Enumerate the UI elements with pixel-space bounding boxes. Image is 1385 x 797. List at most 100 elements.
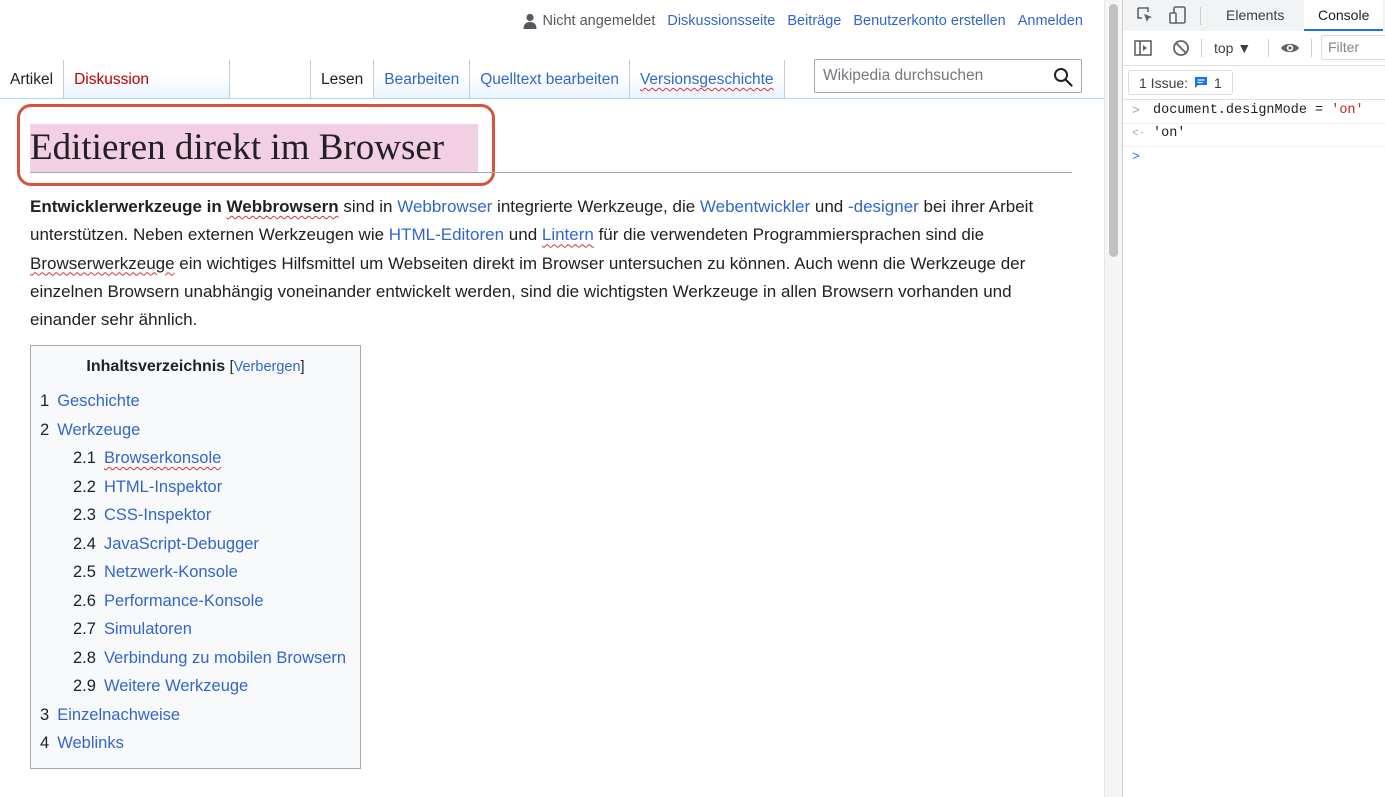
device-toolbar-icon[interactable] — [1169, 6, 1187, 24]
issues-bar: 1 Issue: 1 — [1123, 65, 1385, 100]
user-icon — [523, 13, 536, 29]
toolbar-divider — [1268, 39, 1269, 57]
toc-number: 2 — [40, 420, 50, 439]
toc-item[interactable]: 2.1 Browserkonsole — [40, 445, 346, 474]
anon-status: Nicht angemeldet — [523, 13, 655, 29]
view-tabs: Lesen Bearbeiten Quelltext bearbeiten Ve… — [310, 60, 785, 98]
toc-number: 4 — [40, 734, 50, 752]
tab-history[interactable]: Versionsgeschichte — [629, 60, 785, 98]
create-account-link[interactable]: Benutzerkonto erstellen — [853, 13, 1005, 29]
console-output-line: <· 'on' — [1123, 123, 1385, 147]
contributions-link[interactable]: Beiträge — [787, 13, 841, 29]
toc-item[interactable]: 2.6 Performance-Konsole — [40, 588, 346, 617]
issues-label: 1 Issue: — [1139, 74, 1189, 91]
tab-edit-source[interactable]: Quelltext bearbeiten — [470, 60, 630, 98]
toc-link[interactable]: JavaScript-Debugger — [104, 535, 259, 553]
eye-icon[interactable] — [1280, 39, 1300, 57]
toc-link[interactable]: Performance-Konsole — [104, 592, 264, 610]
toc-item[interactable]: 2.7 Simulatoren — [40, 616, 346, 645]
intro-text: sind in — [338, 197, 398, 216]
heading-divider — [30, 172, 1072, 173]
console-code-text: document.designMode = — [1153, 103, 1332, 118]
toc-link[interactable]: Werkzeuge — [57, 421, 140, 439]
search-input[interactable] — [815, 60, 1061, 92]
toc-link[interactable]: Weblinks — [57, 734, 124, 752]
toc-link[interactable]: Netzwerk-Konsole — [104, 563, 238, 581]
toc-number: 2.4 — [73, 534, 96, 553]
intro-text: ein wichtiges Hilfsmittel um Webseiten d… — [30, 253, 1026, 330]
toc-item[interactable]: 4 Weblinks — [40, 730, 346, 759]
toc-number: 2.5 — [73, 563, 96, 581]
scrollbar-thumb[interactable] — [1109, 4, 1118, 257]
toc-toggle-link[interactable]: Verbergen — [234, 359, 301, 375]
clear-console-icon[interactable] — [1172, 39, 1190, 57]
console-command: document.designMode = 'on' — [1153, 103, 1364, 118]
console-prompt-line[interactable]: > — [1123, 146, 1385, 169]
intro-text: für die verwendeten Programmiersprachen … — [593, 225, 985, 245]
toc-item[interactable]: 2.2 HTML-Inspektor — [40, 474, 346, 503]
page-scrollbar[interactable] — [1104, 0, 1122, 797]
toc-number: 2.8 — [73, 648, 96, 667]
tab-discussion[interactable]: Diskussion — [64, 60, 231, 98]
toc-item[interactable]: 2.9 Weitere Werkzeuge — [40, 673, 346, 702]
toc-link[interactable]: Verbindung zu mobilen Browsern — [104, 649, 346, 667]
toc-item[interactable]: 2.5 Netzwerk-Konsole — [40, 559, 346, 588]
intro-bold-lead: Entwicklerwerkzeuge in Webbrowsern — [30, 197, 339, 216]
toc-link[interactable]: Simulatoren — [104, 620, 192, 638]
link-designer[interactable]: -designer — [848, 197, 919, 216]
tab-article[interactable]: Artikel — [0, 60, 65, 98]
intro-paragraph: Entwicklerwerkzeuge in Webbrowsern sind … — [30, 193, 1080, 334]
tab-elements[interactable]: Elements — [1226, 7, 1284, 23]
issues-button[interactable]: 1 Issue: 1 — [1128, 70, 1233, 95]
filter-input[interactable] — [1322, 36, 1385, 58]
filter-box — [1321, 35, 1385, 60]
sidebar-toggle-icon[interactable] — [1134, 39, 1152, 57]
toc-link[interactable]: Einzelnachweise — [57, 706, 180, 724]
toolbar-divider — [1311, 39, 1312, 57]
toc-link[interactable]: HTML-Inspektor — [104, 478, 222, 496]
toc-number: 2.2 — [73, 477, 96, 496]
login-link[interactable]: Anmelden — [1018, 13, 1083, 29]
devtools-panel: Elements Console top ▼ 1 Issue: — [1122, 0, 1385, 797]
toc-toggle-wrap: [Verbergen] — [230, 359, 305, 375]
tab-console[interactable]: Console — [1304, 0, 1384, 31]
toc-item[interactable]: 3 Einzelnachweise — [40, 702, 346, 731]
devtools-tabbar: Elements Console — [1123, 0, 1385, 32]
link-webbrowser[interactable]: Webbrowser — [397, 197, 492, 216]
toc-link[interactable]: CSS-Inspektor — [104, 506, 211, 524]
toc-item[interactable]: 2.8 Verbindung zu mobilen Browsern — [40, 645, 346, 674]
link-lintern[interactable]: Lintern — [542, 225, 594, 244]
inspect-element-icon[interactable] — [1136, 6, 1154, 24]
link-html-editoren[interactable]: HTML-Editoren — [389, 225, 504, 244]
toc-item[interactable]: 2.4 JavaScript-Debugger — [40, 531, 346, 560]
toc-link[interactable]: Geschichte — [57, 392, 140, 410]
console-toolbar: top ▼ — [1123, 31, 1385, 66]
console-input-line: > document.designMode = 'on' — [1123, 100, 1385, 124]
console-result-value: 'on' — [1153, 126, 1186, 141]
tab-edit[interactable]: Bearbeiten — [374, 60, 471, 98]
talkpage-link[interactable]: Diskussionsseite — [667, 13, 775, 29]
namespace-tabs: Artikel Diskussion — [0, 60, 231, 98]
toc-number: 2.7 — [73, 620, 96, 638]
console-active-prompt: > — [1132, 149, 1140, 164]
tab-read[interactable]: Lesen — [310, 60, 375, 98]
search-icon[interactable] — [1053, 67, 1073, 87]
toc-item[interactable]: 2 Werkzeuge — [40, 417, 346, 446]
toc-item[interactable]: 1 Geschichte — [40, 388, 346, 417]
intro-text: Browserwerkzeuge — [30, 253, 175, 273]
tab-history-label: Versionsgeschichte — [639, 71, 774, 88]
search-box — [814, 59, 1082, 93]
intro-text: und — [504, 225, 542, 245]
context-selector[interactable]: top ▼ — [1214, 40, 1251, 56]
toc-item[interactable]: 2.3 CSS-Inspektor — [40, 502, 346, 531]
toolbar-divider — [1201, 39, 1202, 57]
intro-text: und — [810, 197, 848, 216]
tab-edit-source-label: Quelltext bearbeiten — [480, 71, 619, 88]
toc-number: 1 — [40, 392, 50, 410]
link-webentwickler[interactable]: Webentwickler — [700, 197, 810, 216]
console-prompt: > — [1132, 103, 1140, 118]
toc-list: 1 Geschichte 2 Werkzeuge 2.1 Browserkonsole… — [40, 388, 346, 759]
toolbar-divider — [1200, 7, 1201, 25]
toc-link[interactable]: Browserkonsole — [104, 449, 221, 467]
toc-link[interactable]: Weitere Werkzeuge — [104, 677, 248, 695]
